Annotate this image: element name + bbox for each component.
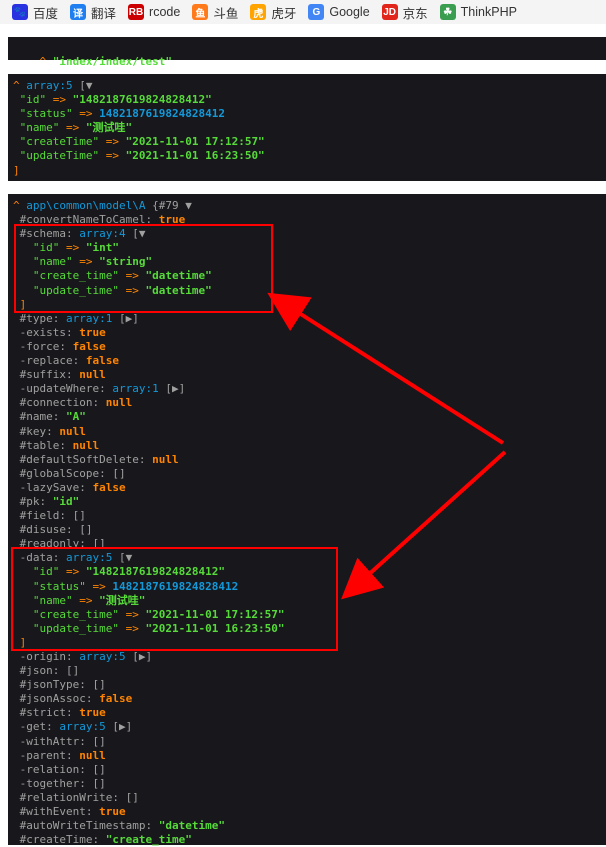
annotation-arrows [267,292,507,600]
arrow-to-data [341,450,507,600]
arrow-to-schema [267,292,505,445]
